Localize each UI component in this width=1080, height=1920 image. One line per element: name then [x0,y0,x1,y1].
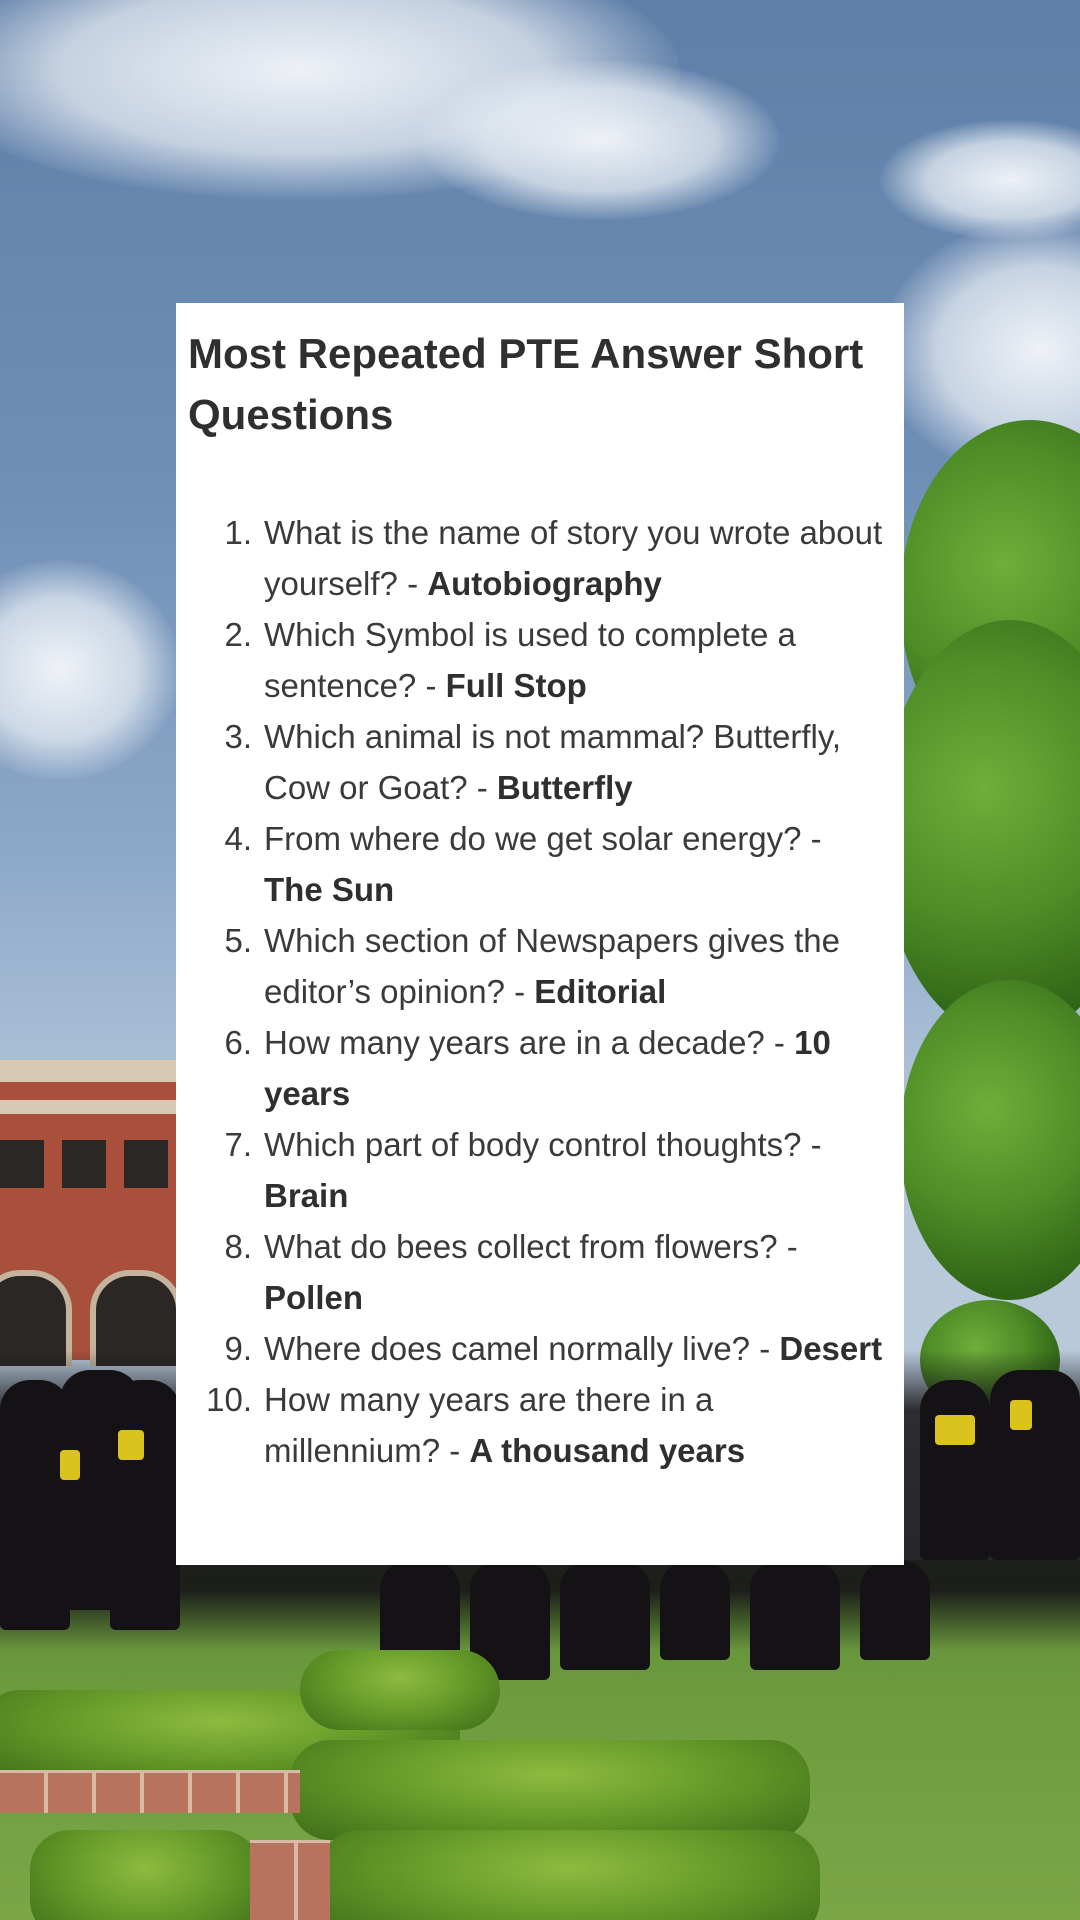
item-number: 8. [224,1228,252,1265]
hedge [30,1830,260,1920]
question-text: How many years are in a decade? - [264,1024,795,1061]
list-item: 2. Which Symbol is used to complete a se… [176,609,904,711]
answer-text: Butterfly [496,769,633,806]
answer-text: Pollen [264,1279,364,1316]
item-number: 1. [224,514,252,551]
item-number: 2. [224,616,252,653]
answer-text: Desert [779,1330,883,1367]
cloud [0,560,180,780]
question-list: 1. What is the name of story you wrote a… [176,507,904,1476]
hedge [320,1830,820,1920]
item-number: 10. [206,1381,252,1418]
answer-text: Editorial [534,973,667,1010]
item-number: 6. [224,1024,252,1061]
answer-text: A thousand years [469,1432,746,1469]
list-item: 10. How many years are there in a millen… [176,1374,904,1476]
item-number: 4. [224,820,252,857]
cloud [880,120,1080,240]
hedge [300,1650,500,1730]
list-item: 7. Which part of body control thoughts? … [176,1119,904,1221]
brick-border [0,1770,300,1813]
card-title: Most Repeated PTE Answer Short Questions [188,330,864,438]
answer-text: The Sun [264,871,395,908]
list-item: 9. Where does camel normally live? - Des… [176,1323,904,1374]
question-text: What do bees collect from flowers? - [264,1228,798,1265]
item-number: 7. [224,1126,252,1163]
cloud [420,60,780,220]
list-item: 3. Which animal is not mammal? Butterfly… [176,711,904,813]
answer-text: Brain [264,1177,349,1214]
question-text: Which part of body control thoughts? - [264,1126,822,1163]
answer-text: Autobiography [427,565,662,602]
item-number: 9. [224,1330,252,1367]
list-item: 4. From where do we get solar energy? - … [176,813,904,915]
list-item: 6. How many years are in a decade? - 10 … [176,1017,904,1119]
tree [900,980,1080,1300]
list-item: 1. What is the name of story you wrote a… [176,507,904,609]
tree [880,620,1080,1040]
question-text: From where do we get solar energy? - [264,820,822,857]
question-text: Where does camel normally live? - [264,1330,780,1367]
answer-text: Full Stop [445,667,587,704]
list-item: 8. What do bees collect from flowers? - … [176,1221,904,1323]
content-card: Most Repeated PTE Answer Short Questions… [176,303,904,1565]
list-item: 5. Which section of Newspapers gives the… [176,915,904,1017]
item-number: 5. [224,922,252,959]
hedge [290,1740,810,1840]
item-number: 3. [224,718,252,755]
